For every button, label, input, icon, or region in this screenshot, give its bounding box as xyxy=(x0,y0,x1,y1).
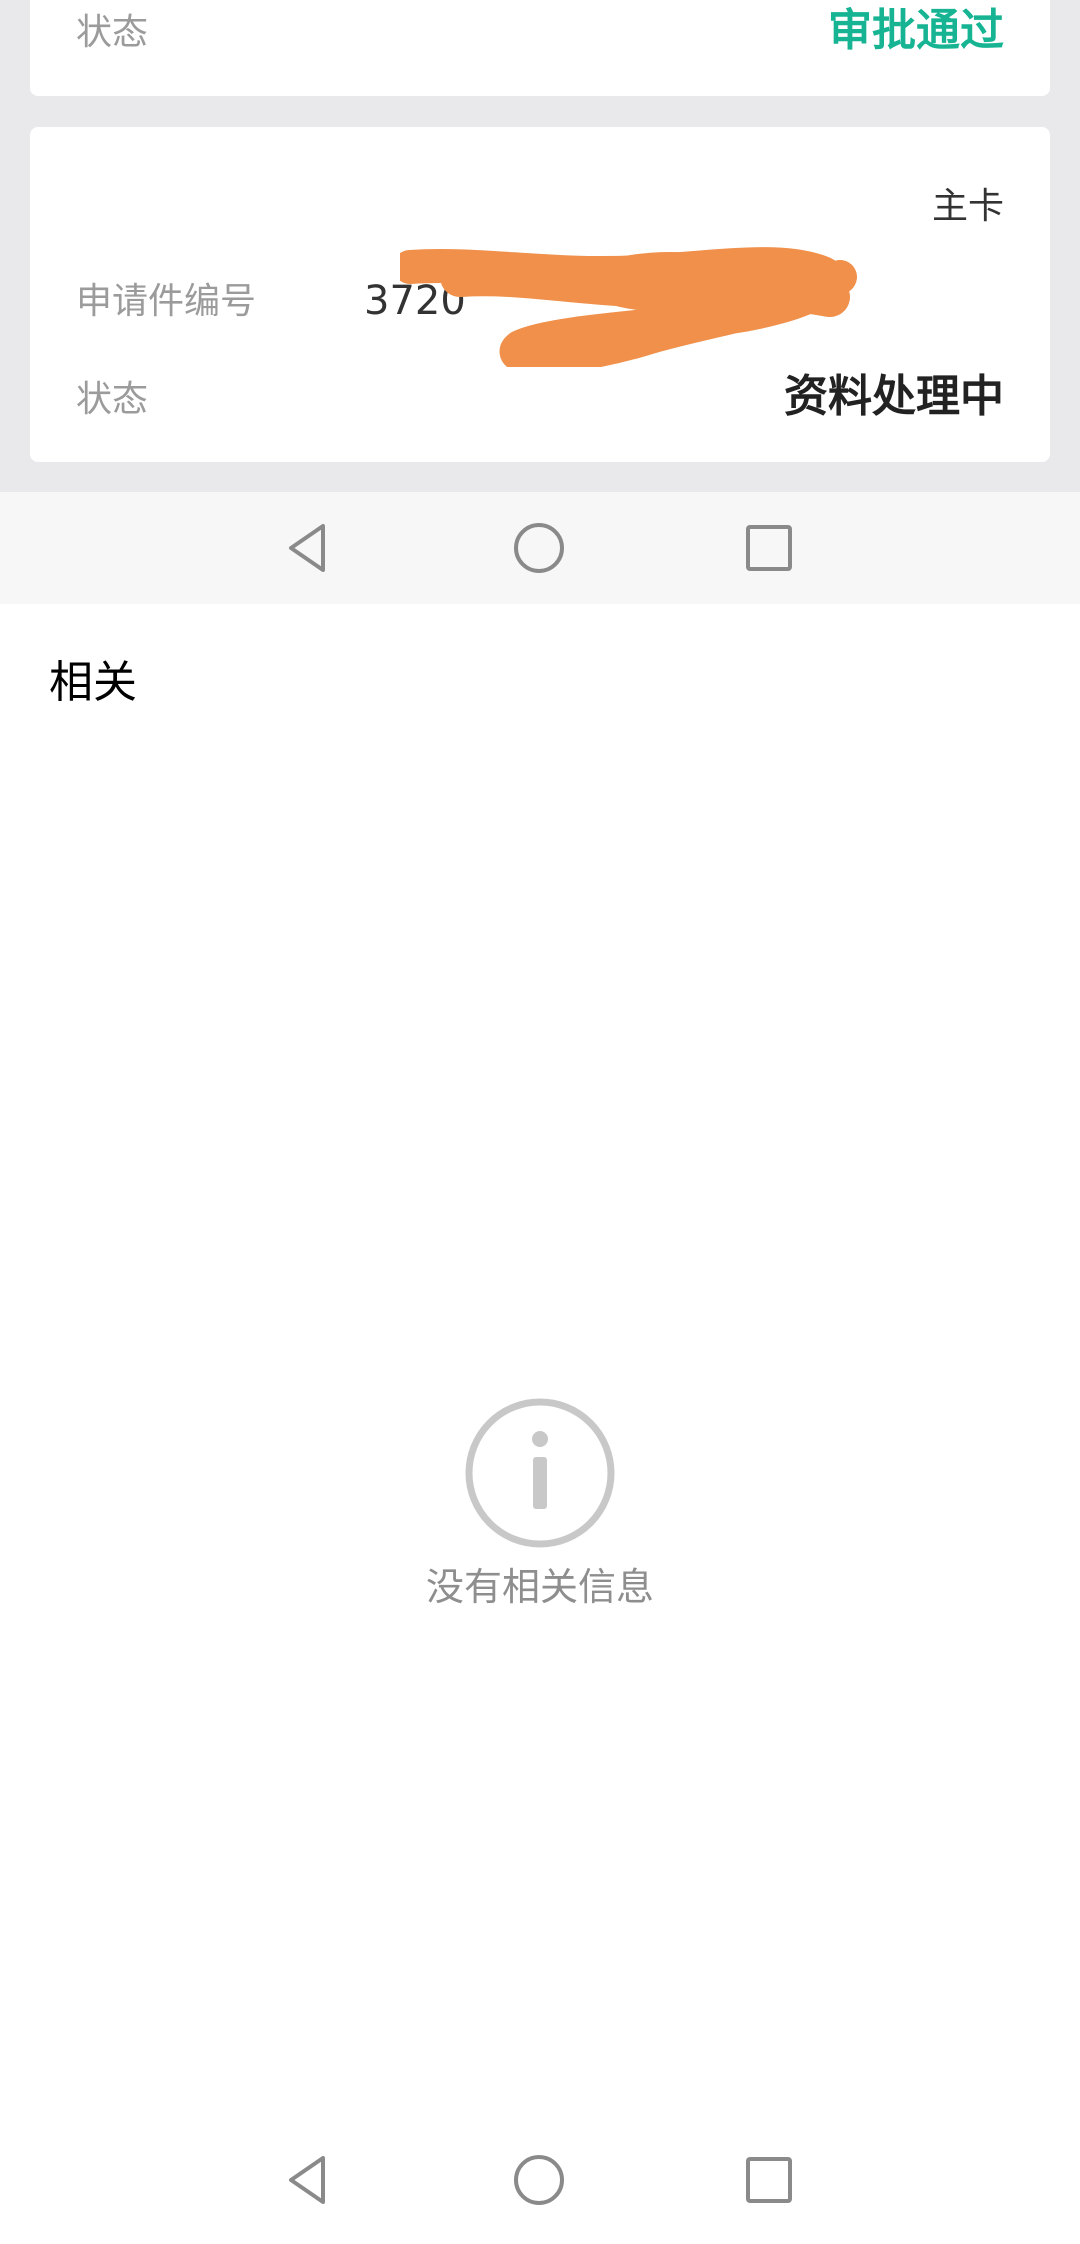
application-card-processing[interactable]: 主卡 申请件编号 3720 状态 资料处理中 xyxy=(30,127,1050,462)
recent-square-icon[interactable] xyxy=(739,518,799,578)
info-circle-icon xyxy=(465,1398,615,1548)
application-list: 状态 审批通过 主卡 申请件编号 3720 状态 资料处理中 xyxy=(0,0,1080,492)
status-label: 状态 xyxy=(76,379,149,420)
application-card-approved[interactable]: 状态 审批通过 xyxy=(30,0,1050,96)
system-nav-bar xyxy=(0,492,1080,604)
back-triangle-icon[interactable] xyxy=(279,2150,339,2210)
recent-square-icon[interactable] xyxy=(739,2150,799,2210)
home-circle-icon[interactable] xyxy=(509,2150,569,2210)
system-nav-bar xyxy=(0,2124,1080,2236)
status-label: 状态 xyxy=(76,12,149,53)
application-number-label: 申请件编号 xyxy=(76,281,257,322)
back-triangle-icon[interactable] xyxy=(279,518,339,578)
empty-state-text: 没有相关信息 xyxy=(425,1565,654,1609)
status-value-processing: 资料处理中 xyxy=(784,371,1004,422)
redaction-scribble xyxy=(400,247,857,367)
status-value-approved: 审批通过 xyxy=(828,5,1004,56)
card-type-label: 主卡 xyxy=(931,186,1004,227)
section-title-related: 相关 xyxy=(49,657,137,708)
home-circle-icon[interactable] xyxy=(509,518,569,578)
